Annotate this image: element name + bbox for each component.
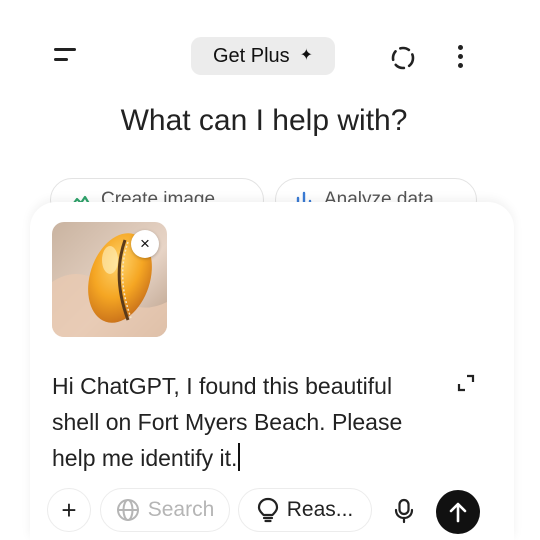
sparkle-icon: ✦ xyxy=(299,47,314,64)
top-bar: Get Plus ✦ xyxy=(0,0,540,112)
reason-button[interactable]: Reas... xyxy=(238,488,372,532)
page-title: What can I help with? xyxy=(120,104,408,137)
arrow-up-icon xyxy=(449,502,467,523)
message-input[interactable]: Hi ChatGPT, I found this beautiful shell… xyxy=(52,368,452,476)
menu-icon[interactable] xyxy=(48,40,84,72)
text-caret xyxy=(238,443,241,471)
lightbulb-icon xyxy=(257,497,278,523)
globe-icon xyxy=(116,499,139,521)
search-button[interactable]: Search xyxy=(100,488,230,532)
microphone-icon xyxy=(394,498,414,524)
get-plus-label: Get Plus xyxy=(212,44,290,67)
message-text: Hi ChatGPT, I found this beautiful shell… xyxy=(52,373,403,471)
temporary-chat-icon[interactable] xyxy=(389,44,417,72)
add-attachment-button[interactable]: + xyxy=(47,488,91,532)
remove-attachment-button[interactable]: × xyxy=(131,230,159,258)
reason-label: Reas... xyxy=(286,498,354,521)
close-icon: × xyxy=(140,234,150,253)
microphone-button[interactable] xyxy=(384,490,424,532)
more-options-icon[interactable] xyxy=(447,40,473,72)
plus-icon: + xyxy=(61,494,77,525)
expand-icon[interactable] xyxy=(455,372,477,394)
get-plus-button[interactable]: Get Plus ✦ xyxy=(191,37,335,75)
search-label: Search xyxy=(147,498,215,521)
send-button[interactable] xyxy=(436,490,480,534)
